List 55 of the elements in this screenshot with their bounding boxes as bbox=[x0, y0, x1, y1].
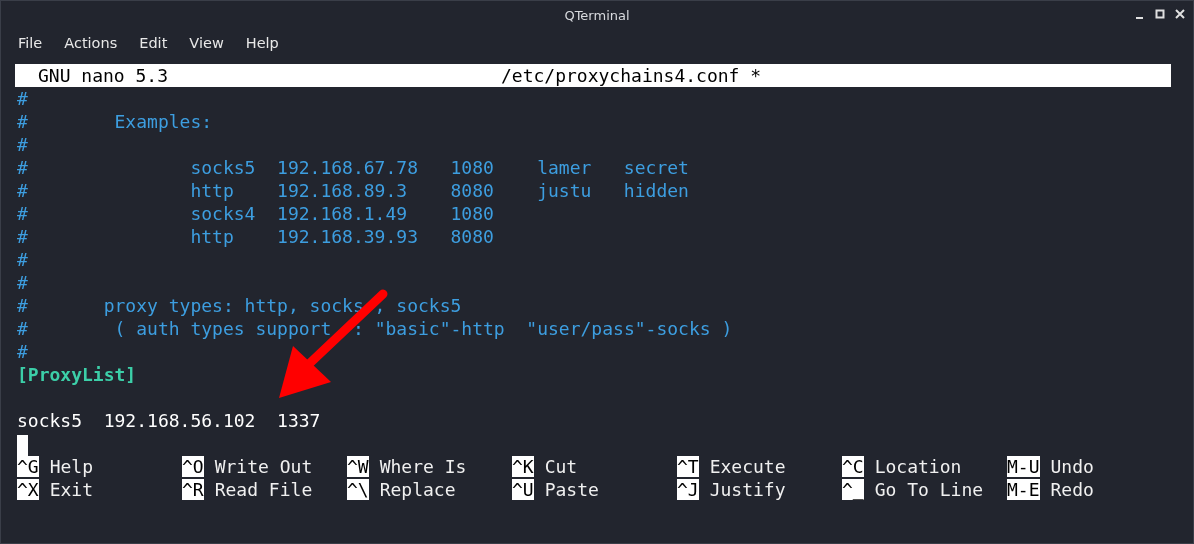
window-title: QTerminal bbox=[564, 7, 630, 23]
comment-line: # bbox=[17, 88, 28, 109]
shortcut-key: ^K bbox=[512, 456, 534, 477]
shortcut-key: M-E bbox=[1007, 479, 1040, 500]
shortcut-key: M-U bbox=[1007, 456, 1040, 477]
shortcut-label: Redo bbox=[1050, 479, 1094, 500]
menu-item[interactable]: View bbox=[178, 35, 235, 51]
shortcut-key: ^X bbox=[17, 479, 39, 500]
shortcut-label: Location bbox=[874, 456, 962, 477]
shortcut-key: ^G bbox=[17, 456, 39, 477]
shortcut-key: ^R bbox=[182, 479, 204, 500]
shortcut-key: ^J bbox=[677, 479, 699, 500]
comment-line: , socks5 bbox=[373, 295, 462, 316]
comment-line: # Examples: bbox=[17, 111, 213, 132]
menu-item[interactable]: Help bbox=[234, 35, 290, 51]
comment-line: : "basic"-http "user/pass"-socks ) bbox=[351, 318, 733, 339]
shortcut-label: Undo bbox=[1050, 456, 1094, 477]
text-cursor bbox=[17, 434, 28, 456]
menu-item[interactable]: Actions bbox=[53, 35, 129, 51]
comment-line: # proxy types: http, socks bbox=[17, 295, 364, 316]
menu-item[interactable]: Edit bbox=[128, 35, 179, 51]
shortcut-label: Cut bbox=[544, 456, 578, 477]
shortcut-label: Justify bbox=[709, 479, 786, 500]
shortcut-key: ^W bbox=[347, 456, 369, 477]
shortcut-key: ^\ bbox=[347, 479, 369, 500]
comment-line: # http 192.168.39.93 8080 bbox=[17, 226, 494, 247]
shortcut-key: ^T bbox=[677, 456, 699, 477]
shortcut-key: ^_ bbox=[842, 479, 864, 500]
shortcut-label: Exit bbox=[49, 479, 94, 500]
comment-line: # bbox=[17, 249, 28, 270]
comment-line: # http 192.168.89.3 8080 justu hidden bbox=[17, 180, 689, 201]
comment-line: # socks4 192.168.1.49 1080 bbox=[17, 203, 494, 224]
shortcut-label: Go To Line bbox=[874, 479, 984, 500]
shortcut-label: Read File bbox=[214, 479, 313, 500]
close-icon[interactable] bbox=[1175, 8, 1185, 20]
shortcut-label: Paste bbox=[544, 479, 599, 500]
file-name: /etc/proxychains4.conf * bbox=[501, 65, 762, 86]
maximize-icon[interactable] bbox=[1155, 8, 1165, 20]
menu-item[interactable]: File bbox=[7, 35, 54, 51]
shortcut-label: Write Out bbox=[214, 456, 313, 477]
nano-version: GNU nano 5.3 bbox=[38, 65, 169, 86]
shortcut-label: Execute bbox=[709, 456, 786, 477]
shortcut-label: Help bbox=[49, 456, 94, 477]
config-line: socks5 192.168.56.102 1337 bbox=[17, 410, 321, 431]
comment-line: # bbox=[17, 272, 28, 293]
comment-line: # ( auth types support bbox=[17, 318, 332, 339]
section-header: [ProxyList] bbox=[17, 364, 137, 385]
shortcut-label: Replace bbox=[379, 479, 456, 500]
comment-line: # bbox=[17, 134, 28, 155]
shortcut-label: Where Is bbox=[379, 456, 467, 477]
comment-line: # socks5 192.168.67.78 1080 lamer secret bbox=[17, 157, 689, 178]
shortcut-key: ^C bbox=[842, 456, 864, 477]
comment-line: # bbox=[17, 341, 28, 362]
shortcut-key: ^O bbox=[182, 456, 204, 477]
shortcut-key: ^U bbox=[512, 479, 534, 500]
